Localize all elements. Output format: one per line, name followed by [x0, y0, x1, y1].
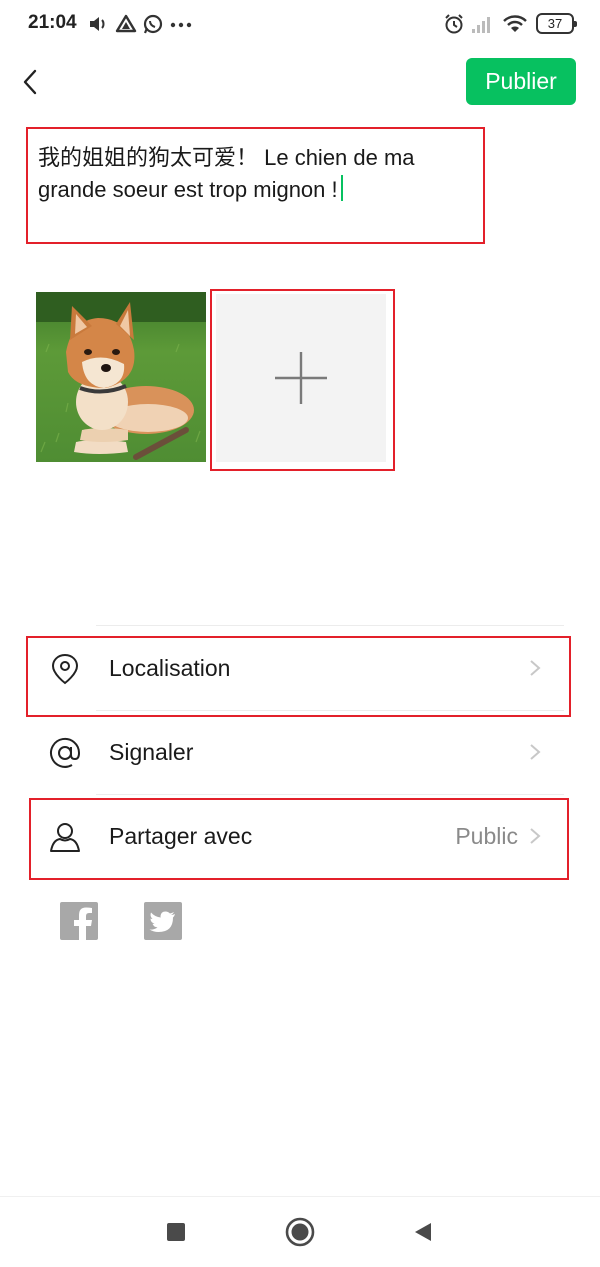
volume-icon: [90, 17, 105, 31]
share-visibility-value: Public: [455, 823, 518, 849]
chevron-right-icon: [530, 660, 541, 676]
chevron-left-icon: [23, 69, 37, 95]
whatsapp-icon: [143, 14, 163, 34]
option-label: Signaler: [109, 739, 194, 765]
battery-icon: 37: [536, 13, 577, 34]
plus-icon: [275, 352, 327, 404]
status-bar: 21:04 37: [0, 0, 600, 50]
signal-icon: [472, 17, 490, 33]
divider: [96, 794, 564, 795]
alarm-icon: [445, 14, 463, 34]
twitter-icon[interactable]: [144, 902, 182, 940]
system-nav-bar: [0, 1196, 600, 1267]
facebook-icon[interactable]: [60, 902, 98, 940]
drive-icon: [115, 14, 137, 33]
add-photo-button[interactable]: [216, 294, 386, 462]
chevron-right-icon: [530, 828, 541, 844]
at-sign-icon: [50, 737, 81, 768]
more-dots-icon: [170, 22, 192, 28]
text-caret: [340, 175, 343, 201]
square-icon[interactable]: [166, 1222, 186, 1242]
back-triangle-icon[interactable]: [412, 1221, 434, 1243]
divider: [96, 710, 564, 711]
home-circle-icon[interactable]: [285, 1217, 315, 1247]
post-text-content: 我的姐姐的狗太可爱！ Le chien de ma grande soeur e…: [38, 142, 478, 206]
wifi-icon: [503, 15, 527, 32]
post-text: 我的姐姐的狗太可爱！ Le chien de ma grande soeur e…: [38, 145, 421, 202]
location-pin-icon: [51, 653, 79, 685]
option-row-location[interactable]: Localisation: [30, 628, 566, 708]
person-icon: [50, 823, 80, 852]
option-label: Localisation: [109, 655, 231, 681]
chevron-right-icon: [530, 744, 541, 760]
back-button[interactable]: [14, 62, 50, 102]
status-time: 21:04: [28, 12, 77, 33]
option-row-mention[interactable]: Signaler: [30, 712, 566, 792]
attached-photo[interactable]: [36, 292, 206, 462]
publish-button[interactable]: Publier: [466, 58, 576, 105]
divider: [96, 625, 564, 626]
option-row-share-with[interactable]: Partager avec Public: [30, 796, 566, 876]
option-label: Partager avec: [109, 823, 253, 849]
shiba-puppy-photo: [36, 292, 206, 462]
